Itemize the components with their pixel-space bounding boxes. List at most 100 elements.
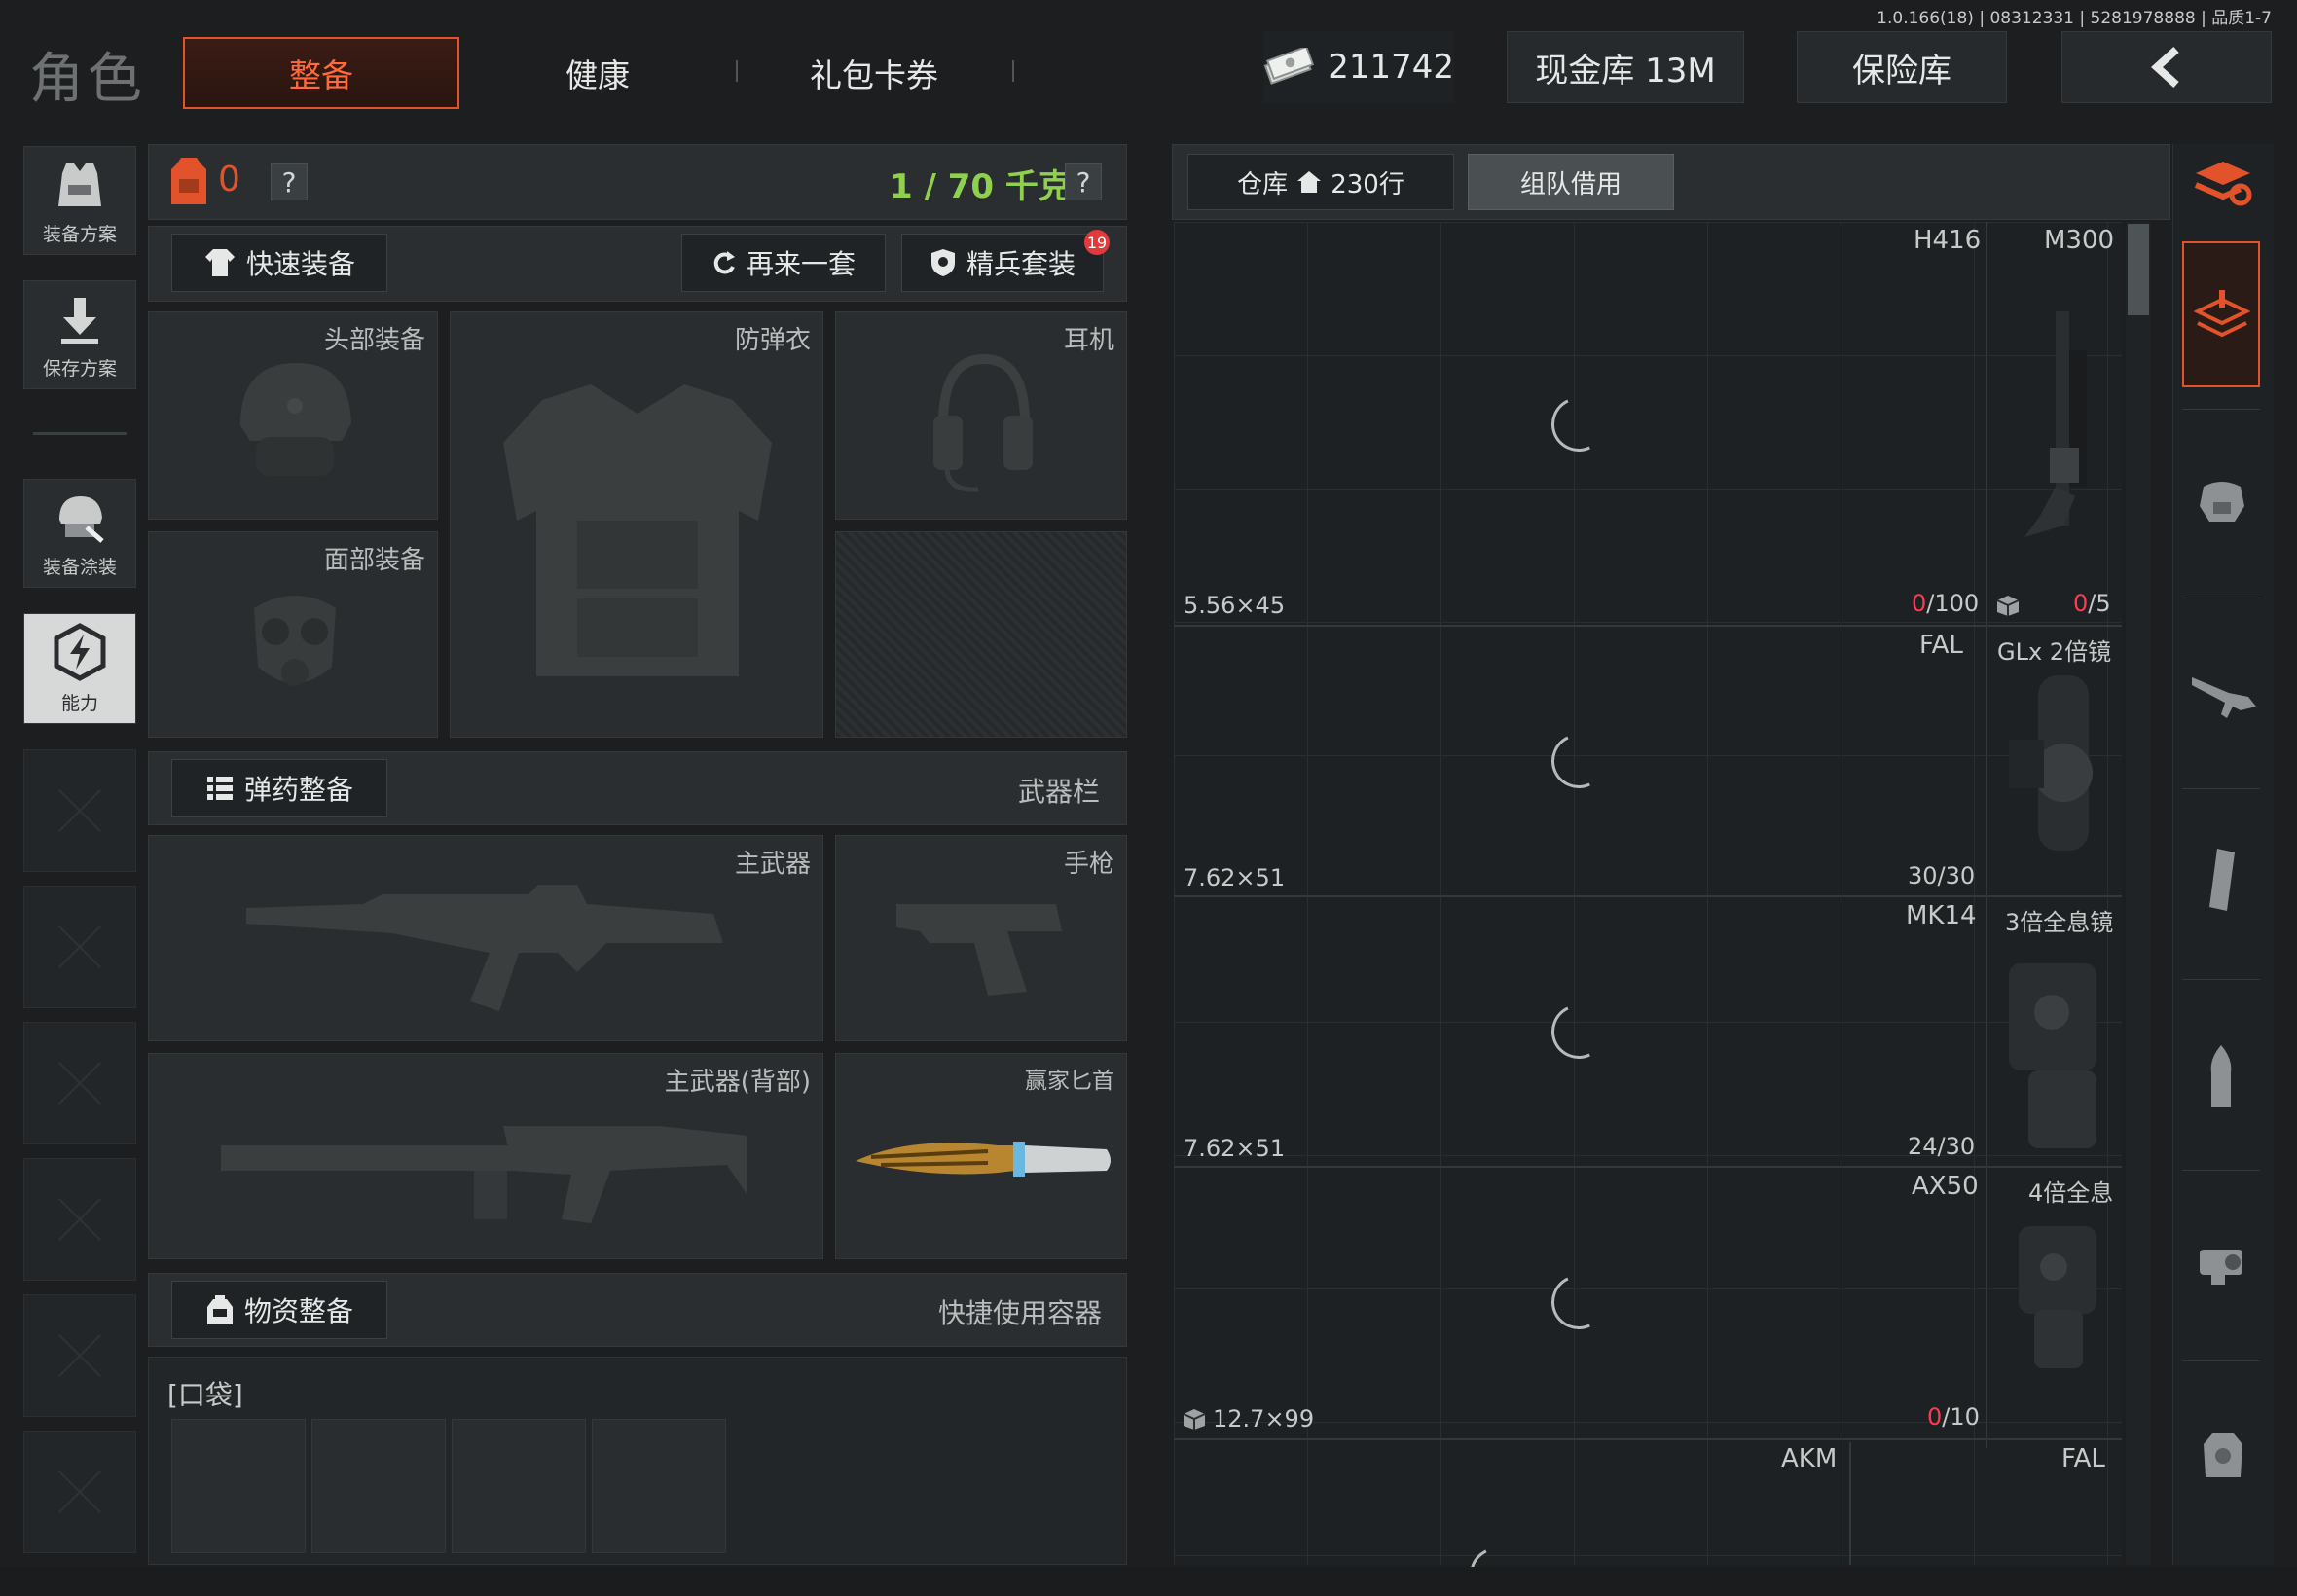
body-armor-slot[interactable]: 防弹衣: [450, 311, 823, 738]
warehouse-rows: 230行: [1331, 169, 1404, 200]
attachment-name[interactable]: GLx 2倍镜: [1997, 633, 2111, 667]
pistol-slot[interactable]: 手枪: [835, 835, 1127, 1041]
sidebar-item-save-plan[interactable]: 保存方案: [23, 280, 136, 389]
button-label: 再来一套: [746, 248, 856, 280]
knife-icon: [856, 1142, 1111, 1177]
row-divider: [1174, 625, 2122, 627]
back-weapon-slot[interactable]: 主武器(背部): [148, 1053, 823, 1259]
bottom-strip: [0, 1567, 2297, 1596]
item-count: 24/30: [1908, 1133, 1976, 1160]
pocket-slot[interactable]: [592, 1419, 726, 1553]
button-label: 物资整备: [243, 1295, 353, 1327]
category-rifle-icon[interactable]: [2190, 671, 2258, 720]
category-magazine-icon[interactable]: [2200, 847, 2242, 915]
page-title: 角色: [29, 48, 146, 111]
refresh-icon: [713, 251, 735, 274]
rail-divider: [2182, 788, 2260, 789]
safe-box-button[interactable]: 保险库: [1797, 31, 2007, 103]
item-name[interactable]: AKM: [1781, 1444, 1837, 1473]
sidebar-item-label: 保存方案: [42, 358, 117, 380]
row-divider: [1174, 1438, 2122, 1440]
tab-health[interactable]: 健康: [459, 37, 736, 109]
stack-download-icon: [2194, 290, 2250, 338]
sidebar-item-label: 装备方案: [42, 224, 117, 245]
button-label: 精兵套装: [966, 248, 1076, 280]
box-icon: [1183, 1409, 1206, 1430]
currency-amount: 211742: [1328, 48, 1454, 87]
item-caliber: 12.7×99: [1213, 1405, 1315, 1433]
quick-equip-button[interactable]: 快速装备: [171, 234, 387, 292]
sidebar-item-loadout-plan[interactable]: 装备方案: [23, 146, 136, 255]
empty-slot: [23, 886, 136, 1008]
item-name[interactable]: MK14: [1906, 901, 1977, 930]
category-scope-icon[interactable]: [2194, 1236, 2250, 1288]
sidebar-item-ability[interactable]: 能力: [23, 613, 136, 724]
slot-label: 防弹衣: [734, 326, 811, 355]
category-armor-icon[interactable]: [2196, 477, 2248, 527]
warehouse-tab[interactable]: 仓库 230行: [1187, 154, 1454, 210]
category-ammo-icon[interactable]: [2204, 1043, 2239, 1111]
warehouse-grid[interactable]: [1174, 222, 2122, 1565]
category-all-button[interactable]: [2182, 241, 2260, 387]
item-name[interactable]: H416: [1914, 226, 1981, 255]
elite-set-button[interactable]: 精兵套装: [901, 234, 1104, 292]
category-supplies-icon[interactable]: [2200, 1427, 2246, 1483]
build-info: 1.0.166(18) | 08312331 | 5281978888 | 品质…: [1877, 9, 2272, 28]
attachment-name[interactable]: 3倍全息镜: [2005, 903, 2113, 937]
item-count: 0/10: [1927, 1403, 1980, 1431]
tab-loadout[interactable]: 整备: [183, 37, 459, 109]
back-button[interactable]: [2061, 31, 2272, 103]
sidebar-item-gear-paint[interactable]: 装备涂装: [23, 479, 136, 588]
head-gear-slot[interactable]: 头部装备: [148, 311, 438, 520]
headset-icon: [933, 353, 1033, 492]
help-button[interactable]: ?: [271, 163, 308, 200]
backpack-icon: [171, 158, 206, 204]
ability-icon: [54, 623, 106, 681]
face-gear-slot[interactable]: 面部装备: [148, 531, 438, 738]
box-icon: [1996, 596, 2020, 616]
attachment-name[interactable]: M300: [2044, 226, 2114, 255]
item-count: 30/30: [1908, 862, 1976, 889]
another-set-button[interactable]: 再来一套: [681, 234, 886, 292]
primary-weapon-slot[interactable]: 主武器: [148, 835, 823, 1041]
gas-mask-icon: [254, 596, 336, 686]
attachment-count: 0/5: [2073, 590, 2111, 617]
melee-slot[interactable]: 赢家匕首: [835, 1053, 1127, 1259]
scrollbar-thumb[interactable]: [2128, 224, 2149, 315]
tab-vouchers[interactable]: 礼包卡券: [736, 37, 1012, 109]
weight-indicator: 1 / 70 千克: [890, 167, 1072, 206]
headset-slot[interactable]: 耳机: [835, 311, 1127, 520]
holo-sight-4x-icon: [2019, 1226, 2096, 1368]
attachment-name[interactable]: 4倍全息: [2028, 1174, 2113, 1208]
shirt-icon: [204, 249, 235, 276]
empty-slot: [23, 749, 136, 872]
pocket-slot[interactable]: [452, 1419, 586, 1553]
weapon-bar-label: 武器栏: [1018, 776, 1101, 808]
home-icon: [1297, 171, 1322, 193]
slot-label: 面部装备: [323, 546, 425, 575]
supply-equip-button[interactable]: 物资整备: [171, 1281, 387, 1339]
helmet-icon: [240, 363, 351, 476]
team-borrow-tab[interactable]: 组队借用: [1468, 154, 1674, 210]
attachment-name[interactable]: FAL: [2061, 1444, 2105, 1473]
ammo-equip-button[interactable]: 弹药整备: [171, 759, 387, 817]
weight-help-button[interactable]: ?: [1065, 163, 1102, 200]
pocket-label: [口袋]: [167, 1379, 243, 1411]
row-divider: [1174, 1166, 2122, 1168]
pocket-slot[interactable]: [171, 1419, 306, 1553]
scrollbar-track[interactable]: [2126, 222, 2151, 1565]
helmet-paint-icon: [59, 496, 104, 543]
item-name[interactable]: AX50: [1912, 1172, 1979, 1201]
rifle-ak-icon: [246, 885, 723, 1011]
cell-divider: [1849, 1442, 1851, 1565]
row-divider: [1174, 895, 2122, 897]
vest-icon: [58, 163, 101, 206]
scope-rifle-icon: [2024, 311, 2087, 537]
stack-recycle-icon[interactable]: [2192, 156, 2254, 210]
pocket-slot[interactable]: [311, 1419, 446, 1553]
slot-label: 手枪: [1063, 850, 1114, 879]
item-name[interactable]: FAL: [1919, 631, 1963, 660]
currency-display[interactable]: 211742: [1263, 31, 1454, 103]
cash-vault-button[interactable]: 现金库 13M: [1507, 31, 1744, 103]
empty-slot: [23, 1158, 136, 1281]
